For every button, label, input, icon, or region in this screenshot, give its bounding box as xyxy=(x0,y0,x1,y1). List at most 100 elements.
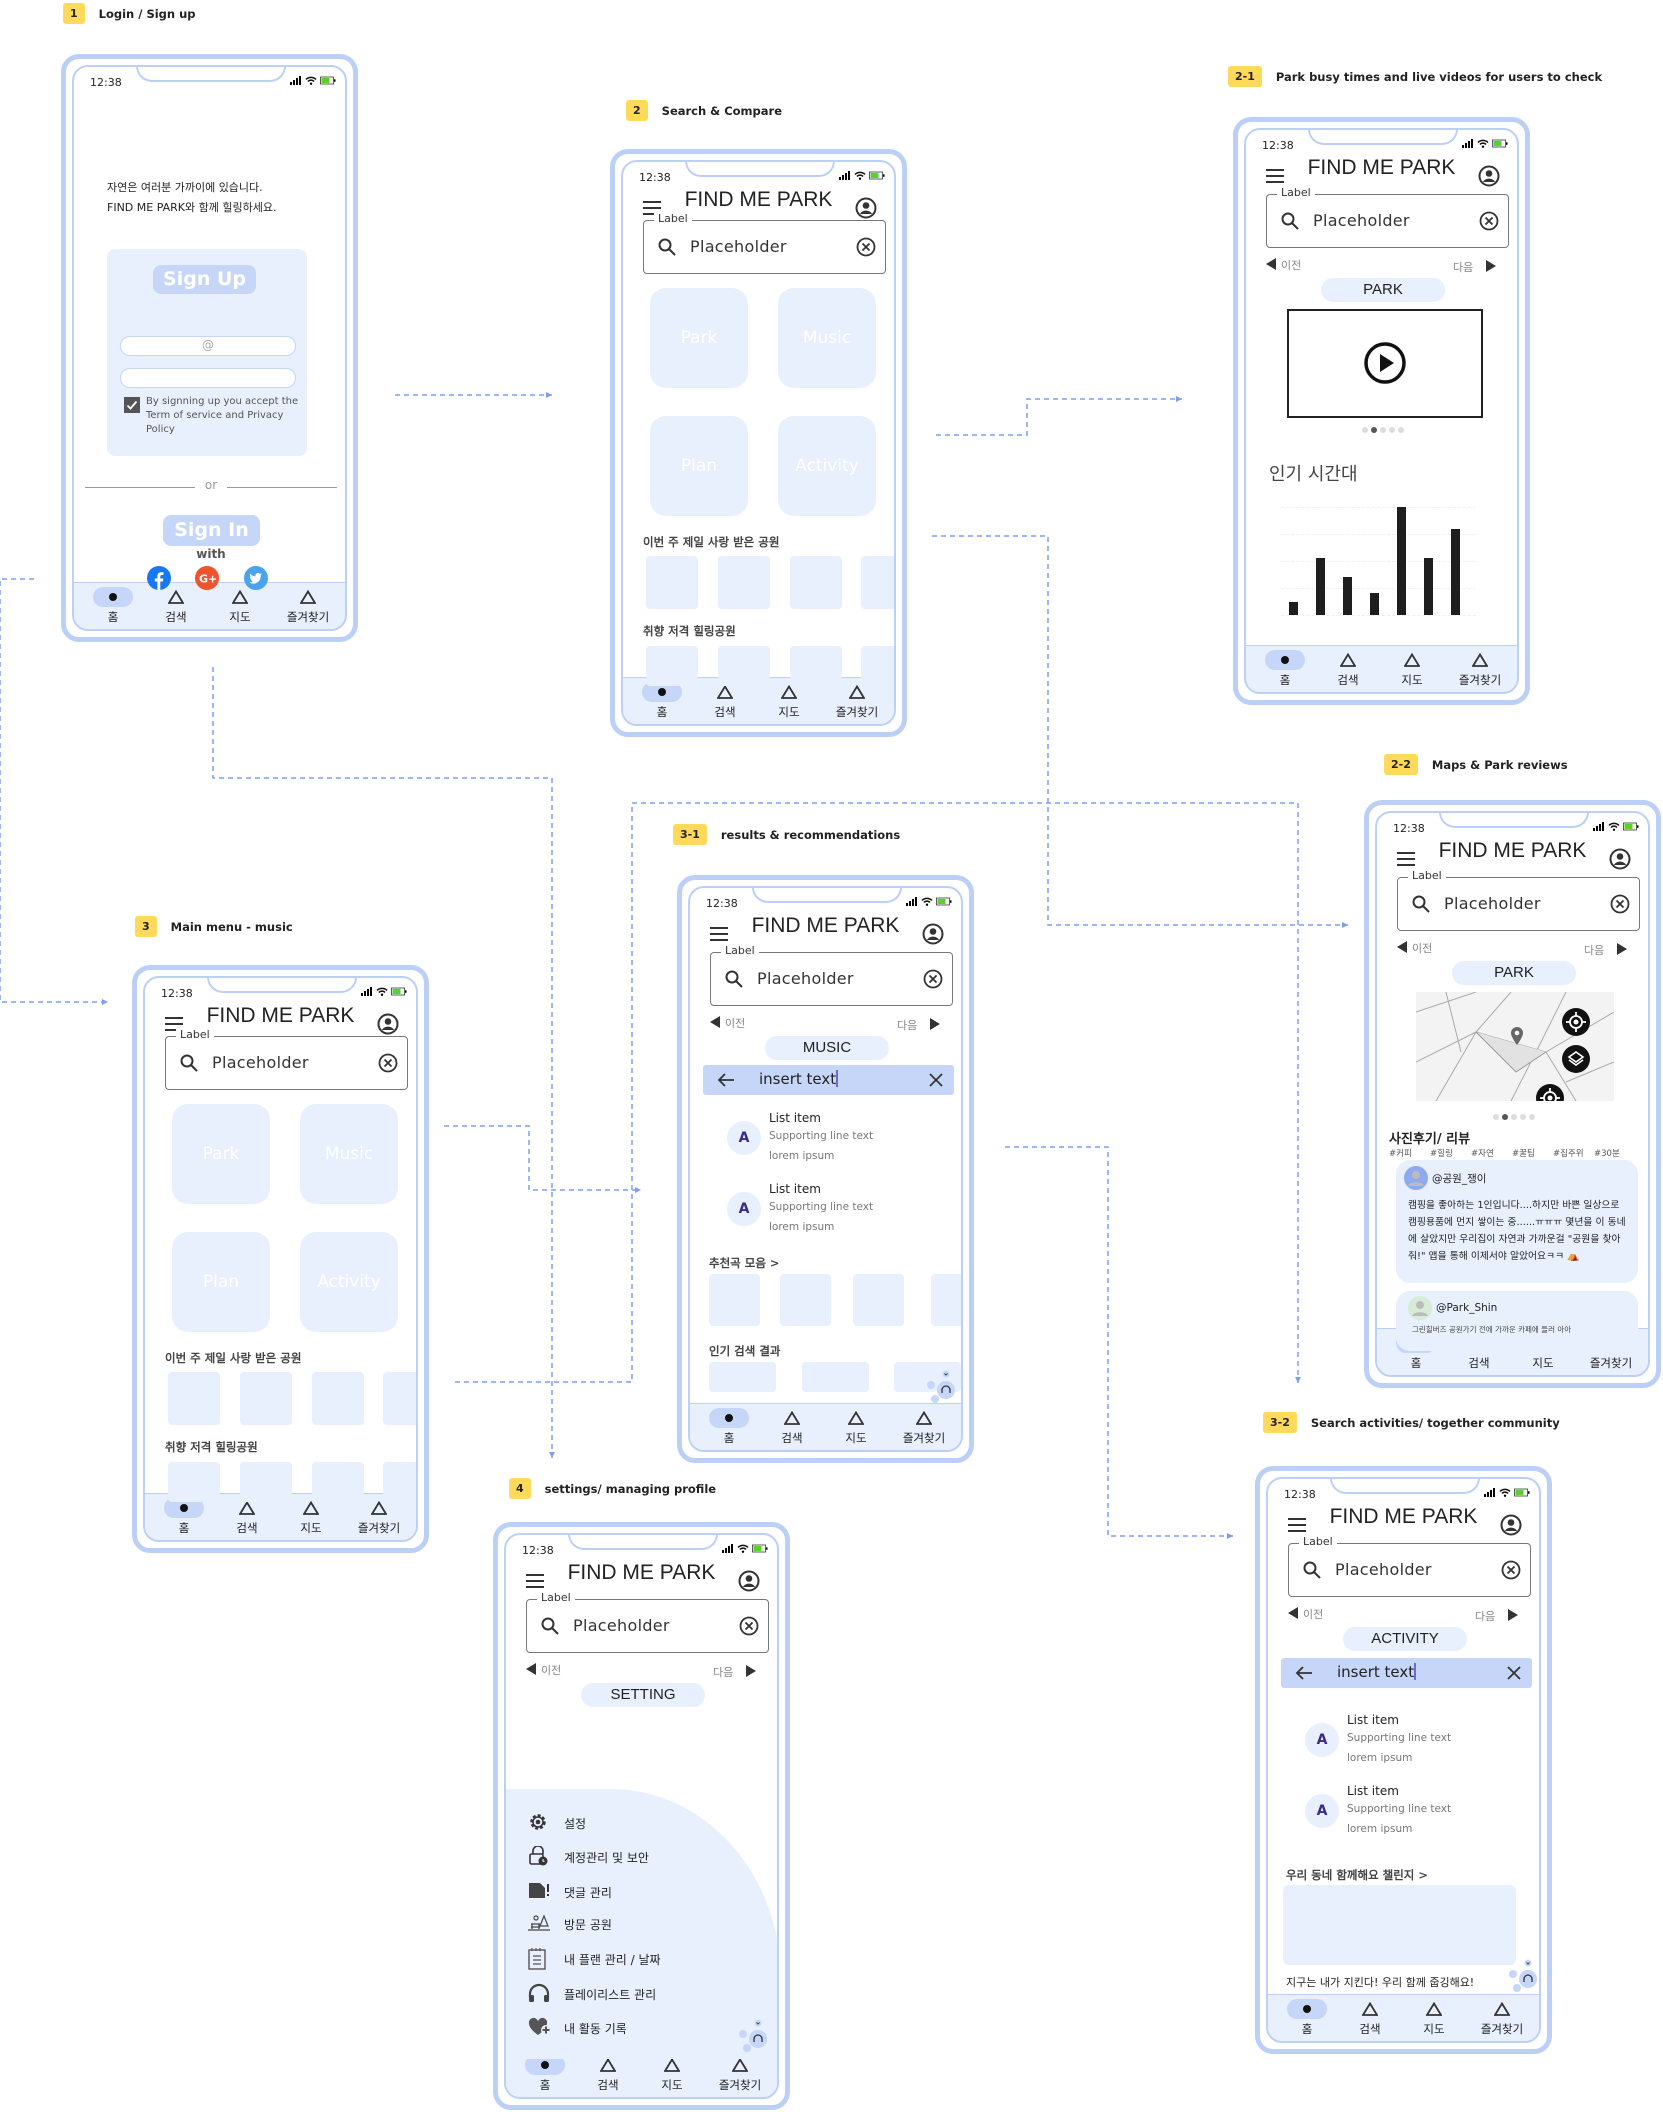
next-button[interactable]: 다음 xyxy=(1475,1608,1495,1624)
email-input[interactable]: @ xyxy=(120,336,296,356)
park-map[interactable] xyxy=(1416,992,1614,1101)
nav-item-favorites[interactable]: 즐겨찾기 xyxy=(894,1408,954,1446)
carousel-dot[interactable] xyxy=(1398,427,1404,433)
clear-icon[interactable] xyxy=(1610,894,1630,914)
settings-item-3[interactable]: 방문 공원 xyxy=(528,1912,758,1936)
map-control-icon[interactable] xyxy=(1536,1084,1564,1101)
nav-item-home[interactable]: 홈 xyxy=(632,682,692,720)
category-tile-activity[interactable]: Activity xyxy=(300,1232,398,1332)
floating-menu-icon[interactable] xyxy=(738,2019,768,2053)
search-field[interactable]: Label Placeholder xyxy=(1288,1535,1531,1597)
settings-item-0[interactable]: 설정 xyxy=(528,1811,758,1835)
play-icon[interactable] xyxy=(1363,341,1407,385)
hashtag[interactable]: #30분 xyxy=(1594,1147,1620,1159)
park-thumbnail[interactable] xyxy=(312,1372,364,1425)
facebook-icon[interactable] xyxy=(147,566,171,590)
search-input[interactable]: Placeholder xyxy=(1335,1560,1432,1579)
profile-icon[interactable] xyxy=(922,923,944,945)
song-thumbnail[interactable] xyxy=(931,1274,961,1326)
park-thumbnail[interactable] xyxy=(168,1462,220,1502)
settings-item-1[interactable]: 계정관리 및 보안 xyxy=(528,1845,758,1869)
list-item-title[interactable]: List item xyxy=(1347,1784,1399,1798)
google-plus-icon[interactable]: G+ xyxy=(195,566,219,590)
search-bar-input[interactable]: insert text xyxy=(759,1070,839,1088)
category-tile-plan[interactable]: Plan xyxy=(172,1232,270,1332)
result-thumbnail[interactable] xyxy=(709,1362,776,1392)
search-input[interactable]: Placeholder xyxy=(690,237,787,256)
search-field[interactable]: Label Placeholder xyxy=(526,1591,769,1653)
carousel-dots[interactable] xyxy=(1493,1114,1539,1120)
clear-icon[interactable] xyxy=(1479,211,1499,231)
review-card[interactable]: @Park_Shin 그린힐버즈 공원가기 전에 가까운 카페에 들러 아아 xyxy=(1396,1291,1638,1351)
carousel-dot[interactable] xyxy=(1511,1114,1517,1120)
search-field[interactable]: Label Placeholder xyxy=(1266,186,1509,248)
profile-icon[interactable] xyxy=(1478,165,1500,187)
search-input[interactable]: Placeholder xyxy=(1444,894,1541,913)
terms-checkbox[interactable] xyxy=(124,397,140,413)
song-thumbnail[interactable] xyxy=(780,1274,831,1326)
search-field[interactable]: Label Placeholder xyxy=(1397,869,1640,931)
category-tile-activity[interactable]: Activity xyxy=(778,416,876,516)
park-thumbnail[interactable] xyxy=(240,1372,292,1425)
next-button[interactable]: 다음 xyxy=(1584,942,1604,958)
nav-item-map[interactable]: 지도 xyxy=(1382,650,1442,688)
nav-item-search[interactable]: 검색 xyxy=(695,682,755,720)
park-thumbnail[interactable] xyxy=(861,556,894,609)
next-button[interactable]: 다음 xyxy=(713,1664,733,1680)
clear-icon[interactable] xyxy=(856,237,876,257)
nav-item-favorites[interactable]: 즐겨찾기 xyxy=(1472,1999,1532,2037)
nav-item-search[interactable]: 검색 xyxy=(217,1498,277,1536)
back-arrow-icon[interactable] xyxy=(1295,1666,1313,1680)
password-input[interactable] xyxy=(120,368,296,388)
profile-icon[interactable] xyxy=(1500,1514,1522,1536)
nav-item-search[interactable]: 검색 xyxy=(146,587,206,625)
twitter-icon[interactable] xyxy=(244,566,268,590)
hashtag[interactable]: #자연 xyxy=(1471,1147,1494,1159)
challenge-link[interactable]: 우리 동네 함께해요 챌린지 > xyxy=(1286,1867,1428,1883)
nav-item-favorites[interactable]: 즐겨찾기 xyxy=(1450,650,1510,688)
nav-item-favorites[interactable]: 즐겨찾기 xyxy=(278,587,338,625)
clear-icon[interactable] xyxy=(1501,1560,1521,1580)
next-button[interactable]: 다음 xyxy=(897,1017,917,1033)
park-thumbnail[interactable] xyxy=(790,556,842,609)
prev-arrow-icon[interactable] xyxy=(526,1663,536,1675)
hashtag[interactable]: #집주위 xyxy=(1553,1147,1584,1159)
list-item-title[interactable]: List item xyxy=(769,1182,821,1196)
carousel-dot[interactable] xyxy=(1380,427,1386,433)
sign-up-button[interactable]: Sign Up xyxy=(153,265,256,294)
park-thumbnail[interactable] xyxy=(383,1462,416,1502)
back-arrow-icon[interactable] xyxy=(717,1073,735,1087)
search-input[interactable]: Placeholder xyxy=(1313,211,1410,230)
search-input[interactable]: Placeholder xyxy=(573,1616,670,1635)
nav-item-favorites[interactable]: 즐겨찾기 xyxy=(349,1498,409,1536)
park-thumbnail[interactable] xyxy=(790,646,842,686)
prev-button[interactable]: 이전 xyxy=(1281,257,1301,273)
profile-icon[interactable] xyxy=(377,1013,399,1035)
category-tile-park[interactable]: Park xyxy=(650,288,748,388)
settings-item-2[interactable]: 댓글 관리 xyxy=(528,1880,758,1904)
category-tile-park[interactable]: Park xyxy=(172,1104,270,1204)
profile-icon[interactable] xyxy=(738,1570,760,1592)
park-thumbnail[interactable] xyxy=(312,1462,364,1502)
profile-icon[interactable] xyxy=(1609,848,1631,870)
search-input[interactable]: Placeholder xyxy=(757,969,854,988)
song-thumbnail[interactable] xyxy=(853,1274,904,1326)
search-bar[interactable]: insert text xyxy=(703,1065,954,1095)
prev-arrow-icon[interactable] xyxy=(1266,258,1276,270)
carousel-dot[interactable] xyxy=(1493,1114,1499,1120)
search-input[interactable]: Placeholder xyxy=(212,1053,309,1072)
clear-icon[interactable] xyxy=(923,969,943,989)
park-thumbnail[interactable] xyxy=(718,556,770,609)
layers-icon[interactable] xyxy=(1562,1045,1590,1073)
nav-item-map[interactable]: 지도 xyxy=(826,1408,886,1446)
search-field[interactable]: Label Placeholder xyxy=(643,212,886,274)
nav-item-search[interactable]: 검색 xyxy=(1340,1999,1400,2037)
hashtag[interactable]: #꿀팁 xyxy=(1512,1147,1535,1159)
park-thumbnail[interactable] xyxy=(646,646,698,686)
park-thumbnail[interactable] xyxy=(383,1372,416,1425)
nav-item-search[interactable]: 검색 xyxy=(578,2055,638,2093)
sign-in-button[interactable]: Sign In xyxy=(163,515,260,546)
prev-button[interactable]: 이전 xyxy=(725,1015,745,1031)
nav-item-home[interactable]: 홈 xyxy=(154,1498,214,1536)
park-thumbnail[interactable] xyxy=(861,646,894,686)
